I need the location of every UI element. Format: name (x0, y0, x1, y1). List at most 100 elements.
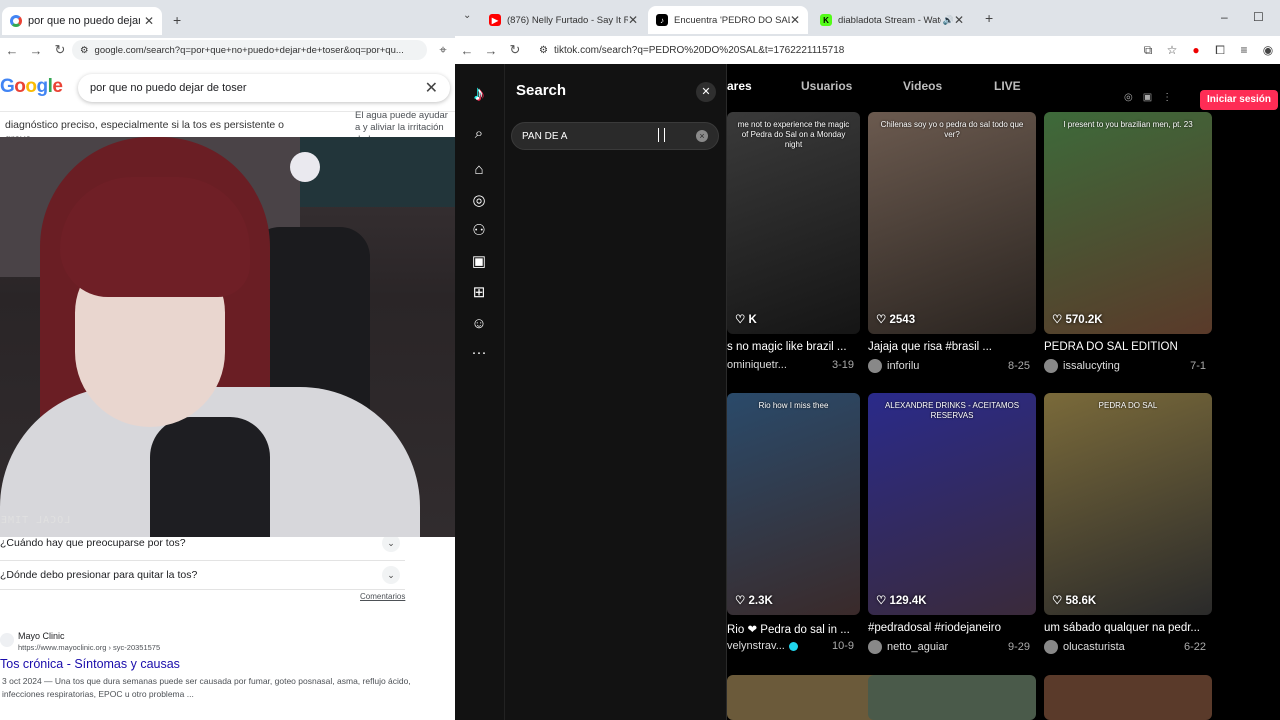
video-description[interactable]: um sábado qualquer na pedr... (1044, 622, 1212, 634)
site-settings-icon[interactable]: ⚙ (80, 45, 89, 56)
video-author[interactable]: ominiquetr... (727, 359, 787, 371)
video-meta[interactable]: netto_aguiar 9-29 (868, 640, 1030, 654)
close-icon[interactable]: ✕ (954, 13, 964, 27)
video-card[interactable]: PEDRA DO SAL ♡ 58.6K (1044, 393, 1212, 615)
search-input-value: PAN DE A (522, 130, 568, 142)
search-icon[interactable]: ⌕ (469, 124, 489, 144)
forward-icon[interactable]: → (24, 43, 48, 58)
chevron-down-icon[interactable]: ⌄ (382, 566, 400, 584)
result-title-link[interactable]: Tos crónica - Síntomas y causas (0, 657, 180, 671)
url-field[interactable]: ⚙ google.com/search?q=por+que+no+puedo+d… (72, 40, 427, 60)
profile-icon[interactable]: ☺ (469, 314, 489, 334)
forward-icon[interactable]: → (479, 43, 503, 58)
avatar[interactable] (868, 359, 882, 373)
live-icon[interactable]: ▣ (469, 252, 489, 272)
reload-icon[interactable]: ↻ (48, 42, 72, 58)
install-app-icon[interactable]: ⧉ (1136, 43, 1160, 58)
new-tab-icon[interactable]: + (173, 12, 181, 28)
comments-link[interactable]: Comentarios (360, 592, 405, 601)
location-icon[interactable]: ⌖ (431, 42, 455, 58)
more-icon[interactable]: ··· (469, 343, 489, 363)
video-overlay-text: me not to experience the magic of Pedra … (737, 120, 850, 149)
video-likes: ♡ 58.6K (1052, 595, 1097, 607)
video-card[interactable]: me not to experience the magic of Pedra … (727, 112, 860, 334)
extension-icon[interactable]: ● (1184, 43, 1208, 57)
video-description[interactable]: Rio ❤ Pedra do sal in ... (727, 622, 860, 636)
clear-search-icon[interactable]: ✕ (425, 78, 438, 98)
tab-live[interactable]: LIVE (994, 79, 1021, 93)
tab-kick[interactable]: K diabladota Stream - Watch 🔊 ✕ (812, 6, 972, 34)
video-card[interactable] (868, 675, 1036, 720)
faq-question: ¿Dónde debo presionar para quitar la tos… (0, 569, 198, 581)
video-description[interactable]: #pedradosal #riodejaneiro (868, 622, 1036, 634)
video-meta[interactable]: velynstrav... 10-9 (727, 640, 854, 652)
reload-icon[interactable]: ↻ (503, 42, 527, 58)
search-input[interactable]: PAN DE A × (511, 122, 719, 150)
tab-tiktok[interactable]: ♪ Encuentra 'PEDRO DO SAL' en T ✕ (648, 6, 808, 34)
heart-icon: ♡ (1052, 595, 1066, 607)
back-icon[interactable]: ← (0, 43, 24, 58)
profile-avatar-icon[interactable]: ◉ (1256, 43, 1280, 57)
close-icon[interactable]: ✕ (790, 13, 800, 27)
heart-icon: ♡ (876, 314, 890, 326)
video-card[interactable]: I present to you brazilian men, pt. 23 ♡ … (1044, 112, 1212, 334)
tab-videos[interactable]: Videos (903, 79, 942, 93)
faq-item[interactable]: ¿Dónde debo presionar para quitar la tos… (0, 560, 405, 590)
maximize-icon[interactable]: ☐ (1253, 10, 1264, 24)
heart-icon: ♡ (1052, 314, 1066, 326)
tab-google-search[interactable]: por que no puedo dejar de tos ✕ (2, 7, 162, 35)
following-icon[interactable]: ⚇ (469, 221, 489, 241)
webcam-vest (150, 417, 270, 537)
video-meta[interactable]: ominiquetr... 3-19 (727, 359, 854, 371)
avatar[interactable] (1044, 640, 1058, 654)
video-date: 3-19 (831, 359, 854, 371)
puzzle-icon[interactable]: ⧠ (1208, 43, 1232, 58)
video-overlay-text: Chilenas soy yo o pedra do sal todo que … (880, 120, 1024, 139)
video-meta[interactable]: inforilu 8-25 (868, 359, 1030, 373)
video-author[interactable]: issalucyting (1063, 360, 1120, 372)
video-card[interactable]: ALEXANDRE DRINKS - ACEITAMOS RESERVAS ♡ 1… (868, 393, 1036, 615)
tab-top[interactable]: ares (727, 79, 752, 93)
back-icon[interactable]: ← (455, 43, 479, 58)
video-description[interactable]: Jajaja que risa #brasil ... (868, 341, 1036, 353)
google-logo[interactable]: Google (0, 76, 63, 98)
video-card[interactable]: Rio how I miss thee ♡ 2.3K (727, 393, 860, 615)
video-meta[interactable]: issalucyting 7-1 (1044, 359, 1206, 373)
video-meta[interactable]: olucasturista 6-22 (1044, 640, 1206, 654)
audio-icon[interactable]: 🔊 (943, 15, 954, 26)
url-field[interactable]: ⚙ tiktok.com/search?q=PEDRO%20DO%20SAL&t… (531, 40, 1132, 60)
site-settings-icon[interactable]: ⚙ (539, 45, 548, 56)
minimize-icon[interactable]: – (1221, 10, 1228, 24)
video-card[interactable] (1044, 675, 1212, 720)
explore-icon[interactable]: ◎ (469, 191, 489, 211)
video-author[interactable]: olucasturista (1063, 641, 1125, 653)
avatar[interactable] (868, 640, 882, 654)
close-icon[interactable]: ✕ (144, 14, 154, 28)
top-icons[interactable]: ◎▣⋮ (1124, 92, 1182, 103)
login-button[interactable]: Iniciar sesión (1200, 90, 1278, 110)
avatar[interactable] (1044, 359, 1058, 373)
video-overlay-text: PEDRA DO SAL (1098, 401, 1158, 410)
result-site-url[interactable]: https://www.mayoclinic.org › syc-2035157… (18, 643, 160, 652)
tab-search-icon[interactable]: ⌄ (463, 10, 471, 21)
video-description[interactable]: s no magic like brazil ... (727, 341, 860, 353)
video-description[interactable]: PEDRA DO SAL EDITION (1044, 341, 1212, 353)
tab-users[interactable]: Usuarios (801, 79, 852, 93)
home-icon[interactable]: ⌂ (469, 160, 489, 180)
tab-youtube[interactable]: ▶ (876) Nelly Furtado - Say It Rig ✕ (481, 6, 646, 34)
video-author[interactable]: velynstrav... (727, 640, 785, 652)
new-tab-icon[interactable]: + (985, 10, 993, 26)
clear-input-icon[interactable]: × (696, 130, 708, 142)
close-icon[interactable]: ✕ (696, 82, 716, 102)
google-search-box[interactable]: por que no puedo dejar de toser ✕ (78, 74, 450, 102)
close-icon[interactable]: ✕ (628, 13, 638, 27)
upload-icon[interactable]: ⊞ (469, 283, 489, 303)
kick-icon: K (820, 14, 832, 26)
menu-icon[interactable]: ≡ (1232, 43, 1256, 57)
bookmark-star-icon[interactable]: ☆ (1160, 43, 1184, 57)
video-author[interactable]: netto_aguiar (887, 641, 948, 653)
video-author[interactable]: inforilu (887, 360, 919, 372)
verified-icon (788, 641, 798, 651)
video-card[interactable]: Chilenas soy yo o pedra do sal todo que … (868, 112, 1036, 334)
tiktok-logo-icon[interactable]: ♪ (469, 83, 489, 105)
